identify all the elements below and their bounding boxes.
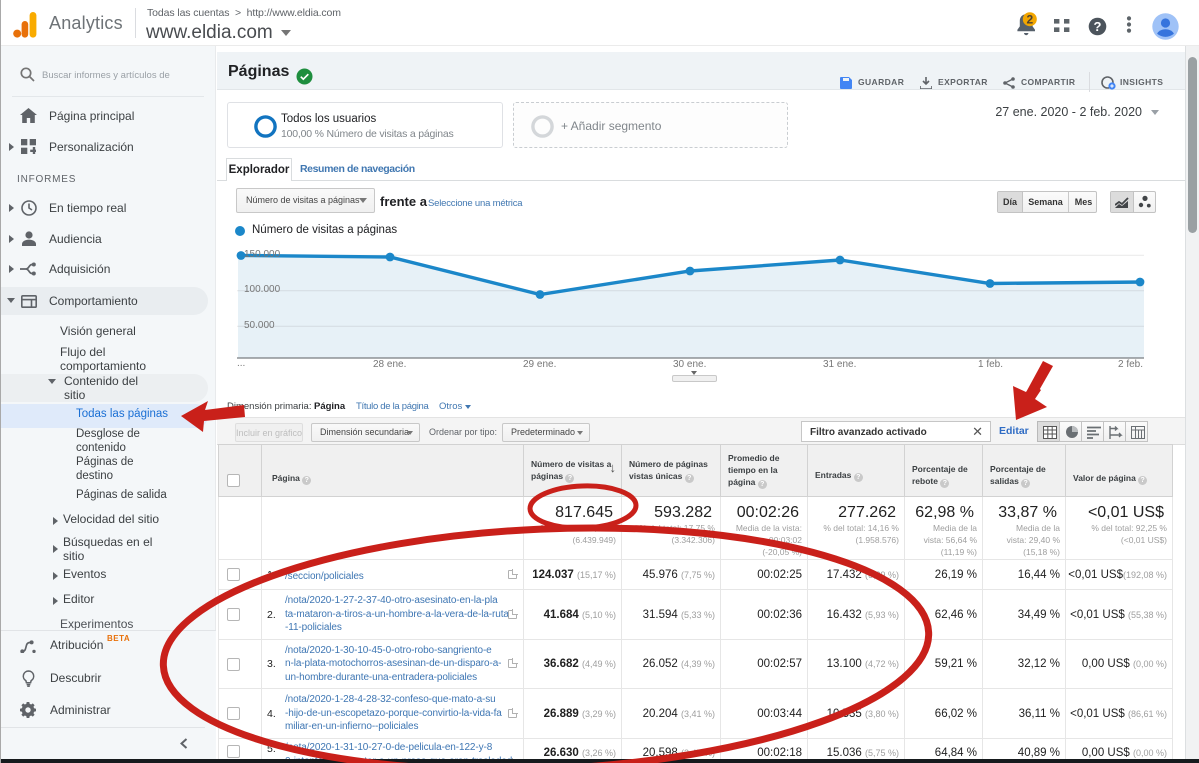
svg-text:?: ?	[1094, 19, 1102, 34]
svg-text:2: 2	[1026, 12, 1033, 26]
